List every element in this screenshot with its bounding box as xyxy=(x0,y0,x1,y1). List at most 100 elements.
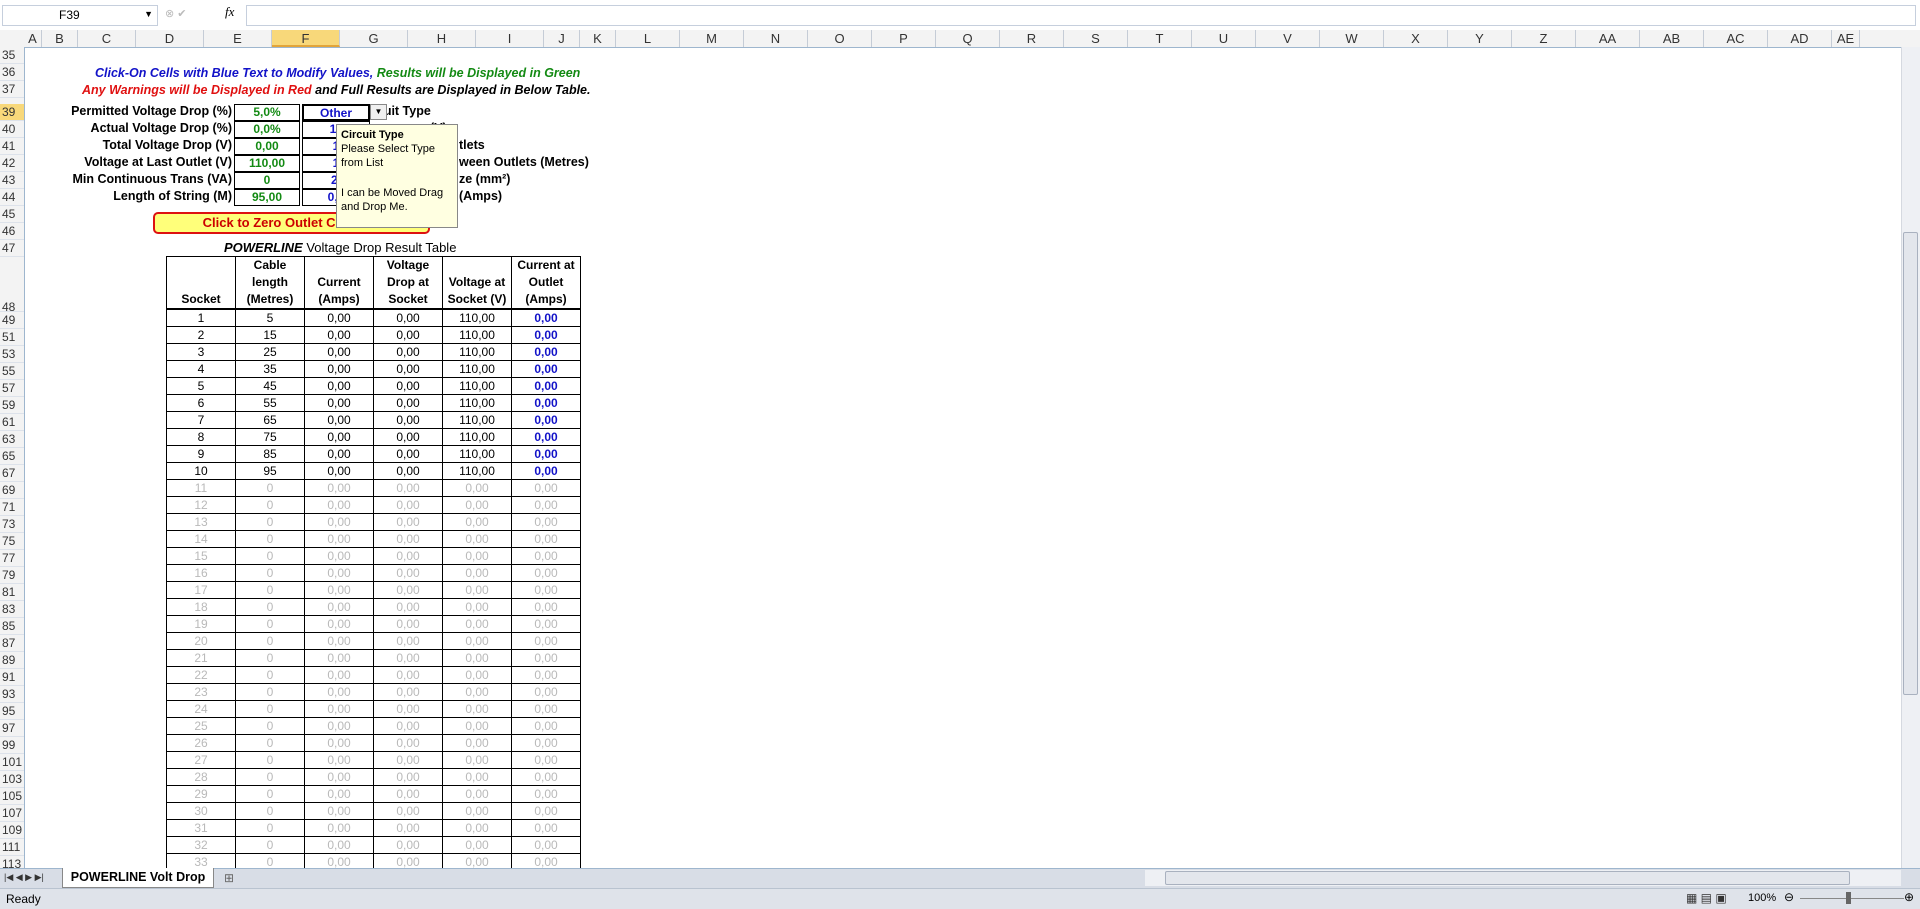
column-header-h[interactable]: H xyxy=(408,30,476,47)
row-header[interactable]: 69 xyxy=(0,482,24,499)
row-header[interactable]: 51 xyxy=(0,329,24,346)
column-header-v[interactable]: V xyxy=(1256,30,1320,47)
column-header-k[interactable]: K xyxy=(580,30,616,47)
table-cell[interactable]: 0,00 xyxy=(511,666,581,684)
table-cell[interactable]: 0,00 xyxy=(511,513,581,531)
table-cell[interactable]: 0,00 xyxy=(511,785,581,803)
column-header-o[interactable]: O xyxy=(808,30,872,47)
table-cell[interactable]: 0,00 xyxy=(511,343,581,361)
zoom-out-icon[interactable]: ⊖ xyxy=(1784,890,1794,904)
row-header[interactable]: 65 xyxy=(0,448,24,465)
column-header-j[interactable]: J xyxy=(544,30,580,47)
table-cell[interactable]: 0,00 xyxy=(511,496,581,514)
row-header[interactable]: 101 xyxy=(0,754,24,771)
table-cell[interactable]: 0,00 xyxy=(511,632,581,650)
table-cell[interactable]: 0,00 xyxy=(511,462,581,480)
table-cell[interactable]: 0,00 xyxy=(511,836,581,854)
view-mode-icons[interactable]: ▦ ▤ ▣ xyxy=(1686,891,1727,905)
column-header-b[interactable]: B xyxy=(42,30,78,47)
column-header-ab[interactable]: AB xyxy=(1640,30,1704,47)
column-header-y[interactable]: Y xyxy=(1448,30,1512,47)
table-cell[interactable]: 0,00 xyxy=(511,734,581,752)
table-cell[interactable]: 0,00 xyxy=(511,751,581,769)
table-cell[interactable]: 0,00 xyxy=(511,547,581,565)
row-header[interactable]: 47 xyxy=(0,240,24,257)
row-header[interactable]: 71 xyxy=(0,499,24,516)
column-header-ad[interactable]: AD xyxy=(1768,30,1832,47)
row-header[interactable]: 67 xyxy=(0,465,24,482)
column-header-ae[interactable]: AE xyxy=(1832,30,1860,47)
table-cell[interactable]: 0,00 xyxy=(511,530,581,548)
table-cell[interactable]: 0,00 xyxy=(511,598,581,616)
row-header[interactable]: 61 xyxy=(0,414,24,431)
row-header[interactable]: 81 xyxy=(0,584,24,601)
column-header-d[interactable]: D xyxy=(136,30,204,47)
table-cell[interactable]: 0,00 xyxy=(511,394,581,412)
zoom-slider-thumb[interactable] xyxy=(1846,892,1851,904)
table-cell[interactable]: 0,00 xyxy=(511,683,581,701)
column-header-n[interactable]: N xyxy=(744,30,808,47)
row-header[interactable]: 57 xyxy=(0,380,24,397)
row-header[interactable]: 89 xyxy=(0,652,24,669)
horizontal-scroll-thumb[interactable] xyxy=(1165,871,1850,885)
table-cell[interactable]: 0,00 xyxy=(511,428,581,446)
column-header-a[interactable]: A xyxy=(24,30,42,47)
column-header-s[interactable]: S xyxy=(1064,30,1128,47)
table-cell[interactable]: 0,00 xyxy=(511,377,581,395)
insert-sheet-icon[interactable]: ⊞ xyxy=(224,871,234,885)
column-header-x[interactable]: X xyxy=(1384,30,1448,47)
table-cell[interactable]: 0,00 xyxy=(511,802,581,820)
table-cell[interactable]: 0,00 xyxy=(511,819,581,837)
row-header[interactable]: 73 xyxy=(0,516,24,533)
column-header-ac[interactable]: AC xyxy=(1704,30,1768,47)
row-header[interactable]: 59 xyxy=(0,397,24,414)
tab-nav-arrows-icon[interactable]: |◀ ◀ ▶ ▶| xyxy=(4,872,44,883)
row-header[interactable]: 83 xyxy=(0,601,24,618)
row-header[interactable]: 99 xyxy=(0,737,24,754)
table-cell[interactable]: 0,00 xyxy=(511,615,581,633)
column-header-w[interactable]: W xyxy=(1320,30,1384,47)
row-header[interactable]: 87 xyxy=(0,635,24,652)
dropdown-arrow-icon[interactable]: ▼ xyxy=(370,104,387,120)
table-cell[interactable]: 0,00 xyxy=(511,768,581,786)
column-header-u[interactable]: U xyxy=(1192,30,1256,47)
table-cell[interactable]: 0,00 xyxy=(511,411,581,429)
row-header[interactable]: 75 xyxy=(0,533,24,550)
row-header[interactable]: 85 xyxy=(0,618,24,635)
column-header-t[interactable]: T xyxy=(1128,30,1192,47)
zoom-in-icon[interactable]: ⊕ xyxy=(1904,890,1914,904)
row-header[interactable]: 53 xyxy=(0,346,24,363)
column-header-f[interactable]: F xyxy=(272,30,340,47)
vertical-scroll-thumb[interactable] xyxy=(1903,232,1918,695)
zoom-level[interactable]: 100% xyxy=(1748,892,1776,904)
sheet-tab-powerline[interactable]: POWERLINE Volt Drop xyxy=(62,868,214,888)
column-header-z[interactable]: Z xyxy=(1512,30,1576,47)
circuit-type-cell[interactable]: Other xyxy=(302,104,370,121)
row-header[interactable]: 107 xyxy=(0,805,24,822)
row-header[interactable]: 95 xyxy=(0,703,24,720)
table-cell[interactable]: 0,00 xyxy=(511,717,581,735)
row-header[interactable]: 105 xyxy=(0,788,24,805)
row-header[interactable]: 97 xyxy=(0,720,24,737)
table-cell[interactable]: 0,00 xyxy=(511,445,581,463)
row-header[interactable]: 37 xyxy=(0,81,24,98)
column-header-l[interactable]: L xyxy=(616,30,680,47)
row-header[interactable]: 63 xyxy=(0,431,24,448)
table-cell[interactable]: 0,00 xyxy=(511,649,581,667)
row-header[interactable]: 93 xyxy=(0,686,24,703)
row-header[interactable]: 36 xyxy=(0,64,24,81)
row-header[interactable]: 103 xyxy=(0,771,24,788)
table-cell[interactable]: 0,00 xyxy=(511,479,581,497)
row-header[interactable]: 113 xyxy=(0,856,24,868)
column-header-aa[interactable]: AA xyxy=(1576,30,1640,47)
column-header-p[interactable]: P xyxy=(872,30,936,47)
table-cell[interactable]: 0,00 xyxy=(511,700,581,718)
row-header[interactable]: 79 xyxy=(0,567,24,584)
row-header[interactable]: 109 xyxy=(0,822,24,839)
table-cell[interactable]: 0,00 xyxy=(511,360,581,378)
row-header[interactable]: 46 xyxy=(0,223,24,240)
zoom-slider[interactable] xyxy=(1800,898,1904,899)
column-header-m[interactable]: M xyxy=(680,30,744,47)
row-header[interactable]: 35 xyxy=(0,47,24,64)
column-header-c[interactable]: C xyxy=(78,30,136,47)
